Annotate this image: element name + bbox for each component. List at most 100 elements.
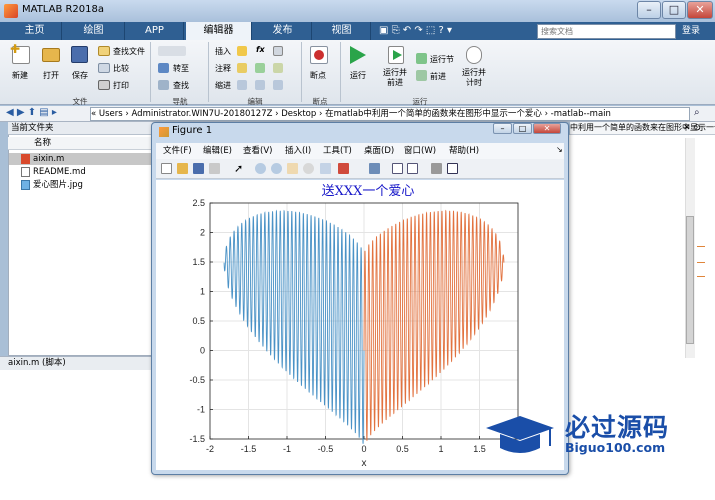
run-advance-button[interactable]: 运行并 前进 xyxy=(383,68,407,88)
open-file-icon[interactable] xyxy=(177,163,188,174)
x-axis-label: x xyxy=(362,458,367,469)
breakpoints-icon xyxy=(310,46,328,64)
menu-desktop[interactable]: 桌面(D) xyxy=(364,145,394,157)
analyzer-marker xyxy=(697,262,705,263)
pointer-icon[interactable]: ➚ xyxy=(234,163,245,174)
run-button[interactable]: 运行 xyxy=(350,70,366,81)
login-link[interactable]: 登录 xyxy=(682,23,700,39)
menubar-dock-icon[interactable]: ↘ xyxy=(556,145,563,154)
figure-minimize-button[interactable]: – xyxy=(493,123,512,134)
rotate-3d-icon[interactable] xyxy=(303,163,314,174)
file-row[interactable]: README.md xyxy=(9,166,155,178)
ribbon-separator xyxy=(208,42,209,102)
tab-home[interactable]: 主页 xyxy=(8,22,62,40)
advance-button[interactable]: 前进 xyxy=(430,71,446,82)
back-forward-icon xyxy=(158,46,186,56)
x-tick-label: 0 xyxy=(361,444,366,454)
analyzer-marker xyxy=(697,246,705,247)
graduation-cap-logo xyxy=(486,416,554,453)
indent-decrease-icon xyxy=(273,80,283,90)
tab-plots[interactable]: 绘图 xyxy=(63,22,125,40)
menu-tools[interactable]: 工具(T) xyxy=(323,145,352,157)
hide-plot-tools-icon[interactable] xyxy=(431,163,442,174)
show-plot-tools-icon[interactable] xyxy=(447,163,458,174)
file-name: aixin.m xyxy=(33,154,65,164)
data-cursor-icon[interactable] xyxy=(320,163,331,174)
zoom-out-icon[interactable] xyxy=(271,163,282,174)
find-files-button[interactable]: 查找文件 xyxy=(113,46,145,57)
insert-button[interactable]: 插入 xyxy=(215,46,231,57)
find-files-icon xyxy=(98,46,110,56)
figure-close-button[interactable]: ✕ xyxy=(533,123,561,134)
quick-access-toolbar[interactable]: ▣ ⎘ ↶ ↷ ⬚ ? ▾ xyxy=(379,23,529,39)
heart-series-left xyxy=(223,209,365,444)
compare-button[interactable]: 比较 xyxy=(113,63,129,74)
y-tick-label: 2 xyxy=(200,228,205,238)
percent-comment-icon xyxy=(237,63,247,73)
x-tick-label: -1.5 xyxy=(241,444,257,454)
figure-title: Figure 1 xyxy=(172,125,213,136)
run-and-time-button[interactable]: 运行并 计时 xyxy=(462,68,486,88)
print-figure-icon[interactable] xyxy=(209,163,220,174)
run-section-button[interactable]: 运行节 xyxy=(430,54,454,65)
new-figure-icon[interactable] xyxy=(161,163,172,174)
uncomment-icon xyxy=(255,63,265,73)
ribbon-separator xyxy=(340,42,341,102)
pan-hand-icon[interactable] xyxy=(287,163,298,174)
find-button[interactable]: 查找 xyxy=(173,80,189,91)
window-title: MATLAB R2018a xyxy=(22,4,105,15)
tab-editor[interactable]: 编辑器 xyxy=(186,22,252,41)
save-figure-icon[interactable] xyxy=(193,163,204,174)
print-button[interactable]: 打印 xyxy=(113,80,129,91)
browse-folder-icon[interactable]: ⌕ xyxy=(694,107,700,118)
tab-apps[interactable]: APP xyxy=(126,22,184,40)
legend-icon[interactable] xyxy=(407,163,418,174)
open-button[interactable]: 打开 xyxy=(43,70,59,81)
print-icon xyxy=(98,80,110,90)
file-row[interactable]: aixin.m xyxy=(9,153,155,165)
find-icon xyxy=(158,80,169,90)
run-and-time-icon xyxy=(466,46,482,64)
fx-button[interactable]: fx xyxy=(256,45,265,54)
y-tick-label: -1.5 xyxy=(189,434,205,444)
breakpoints-button[interactable]: 断点 xyxy=(310,70,326,81)
path-input[interactable]: « Users › Administrator.WIN7U-20180127Z … xyxy=(90,107,690,121)
run-icon xyxy=(350,46,366,64)
ribbon-separator xyxy=(301,42,302,102)
advance-icon xyxy=(416,70,427,81)
minimize-button[interactable]: – xyxy=(637,1,661,19)
run-section-icon xyxy=(416,53,427,64)
brush-icon[interactable] xyxy=(338,163,349,174)
new-button[interactable]: 新建 xyxy=(12,70,28,81)
colorbar-icon[interactable] xyxy=(392,163,403,174)
y-tick-label: -0.5 xyxy=(189,375,205,385)
close-button[interactable]: ✕ xyxy=(687,1,713,19)
indent-button[interactable]: 缩进 xyxy=(215,80,231,91)
zoom-in-icon[interactable] xyxy=(255,163,266,174)
menu-edit[interactable]: 编辑(E) xyxy=(203,145,232,157)
scrollbar-thumb[interactable] xyxy=(686,216,694,344)
tab-view[interactable]: 视图 xyxy=(313,22,371,40)
script-details-bar: aixin.m (脚本) xyxy=(0,356,152,370)
menu-view[interactable]: 查看(V) xyxy=(243,145,272,157)
search-input[interactable]: 搜索文档 xyxy=(537,24,676,39)
maximize-button[interactable]: □ xyxy=(662,1,686,19)
y-tick-label: 0.5 xyxy=(192,316,205,326)
editor-close-icon[interactable]: ✕ ⊙ xyxy=(683,123,701,133)
menu-help[interactable]: 帮助(H) xyxy=(449,145,479,157)
matlab-window: MATLAB R2018a – □ ✕ 主页 绘图 APP 编辑器 发布 视图 … xyxy=(0,0,715,500)
comment-button[interactable]: 注释 xyxy=(215,63,231,74)
figure-maximize-button[interactable]: □ xyxy=(513,123,532,134)
save-button[interactable]: 保存 xyxy=(72,70,88,81)
matlab-logo-icon xyxy=(4,4,18,18)
column-header[interactable]: 名称 xyxy=(8,137,156,150)
y-tick-label: -1 xyxy=(197,405,205,415)
tab-publish[interactable]: 发布 xyxy=(254,22,312,40)
file-row[interactable]: 爱心图片.jpg xyxy=(9,179,155,191)
menu-window[interactable]: 窗口(W) xyxy=(404,145,436,157)
link-plot-icon[interactable] xyxy=(369,163,380,174)
menu-insert[interactable]: 插入(I) xyxy=(285,145,311,157)
nav-buttons[interactable]: ◀ ▶ ⬆ ▤ ▸ xyxy=(6,107,86,121)
goto-button[interactable]: 转至 xyxy=(173,63,189,74)
menu-file[interactable]: 文件(F) xyxy=(163,145,192,157)
